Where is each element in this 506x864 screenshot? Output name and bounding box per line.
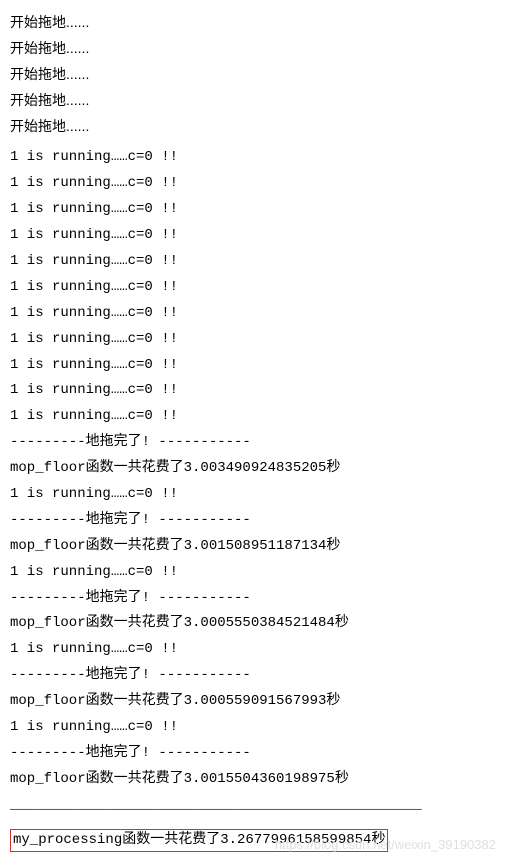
mop-floor-summary: mop_floor函数一共花费了3.001508951187134秒 <box>10 534 496 560</box>
running-line: 1 is running……c=0 !! <box>10 249 496 275</box>
mop-floor-summary: mop_floor函数一共花费了3.0005550384521484秒 <box>10 611 496 637</box>
done-line: ---------地拖完了! ----------- <box>10 430 496 456</box>
running-line: 1 is running……c=0 !! <box>10 482 496 508</box>
running-line: 1 is running……c=0 !! <box>10 378 496 404</box>
start-line: 开始拖地...... <box>10 88 496 114</box>
start-line: 开始拖地...... <box>10 62 496 88</box>
done-line: ---------地拖完了! ----------- <box>10 663 496 689</box>
done-line: ---------地拖完了! ----------- <box>10 741 496 767</box>
start-line: 开始拖地...... <box>10 114 496 140</box>
mop-floor-summary: mop_floor函数一共花费了3.000559091567993秒 <box>10 689 496 715</box>
mop-floor-summary: mop_floor函数一共花费了3.003490924835205秒 <box>10 456 496 482</box>
running-line: 1 is running……c=0 !! <box>10 637 496 663</box>
done-line: ---------地拖完了! ----------- <box>10 586 496 612</box>
running-line: 1 is running……c=0 !! <box>10 197 496 223</box>
running-line: 1 is running……c=0 !! <box>10 275 496 301</box>
start-line: 开始拖地...... <box>10 36 496 62</box>
running-line: 1 is running……c=0 !! <box>10 404 496 430</box>
final-summary-highlight: my_processing函数一共花费了3.2677996158599854秒 <box>10 829 388 852</box>
running-line: 1 is running……c=0 !! <box>10 715 496 741</box>
done-line: ---------地拖完了! ----------- <box>10 508 496 534</box>
start-line: 开始拖地...... <box>10 10 496 36</box>
running-line: 1 is running……c=0 !! <box>10 145 496 171</box>
running-line: 1 is running……c=0 !! <box>10 171 496 197</box>
running-line: 1 is running……c=0 !! <box>10 223 496 249</box>
mop-floor-summary: mop_floor函数一共花费了3.0015504360198975秒 <box>10 767 496 793</box>
separator-line: ________________________________________… <box>10 793 496 819</box>
running-line: 1 is running……c=0 !! <box>10 353 496 379</box>
final-summary-container: my_processing函数一共花费了3.2677996158599854秒 <box>10 825 496 854</box>
running-line: 1 is running……c=0 !! <box>10 327 496 353</box>
running-line: 1 is running……c=0 !! <box>10 301 496 327</box>
running-line: 1 is running……c=0 !! <box>10 560 496 586</box>
